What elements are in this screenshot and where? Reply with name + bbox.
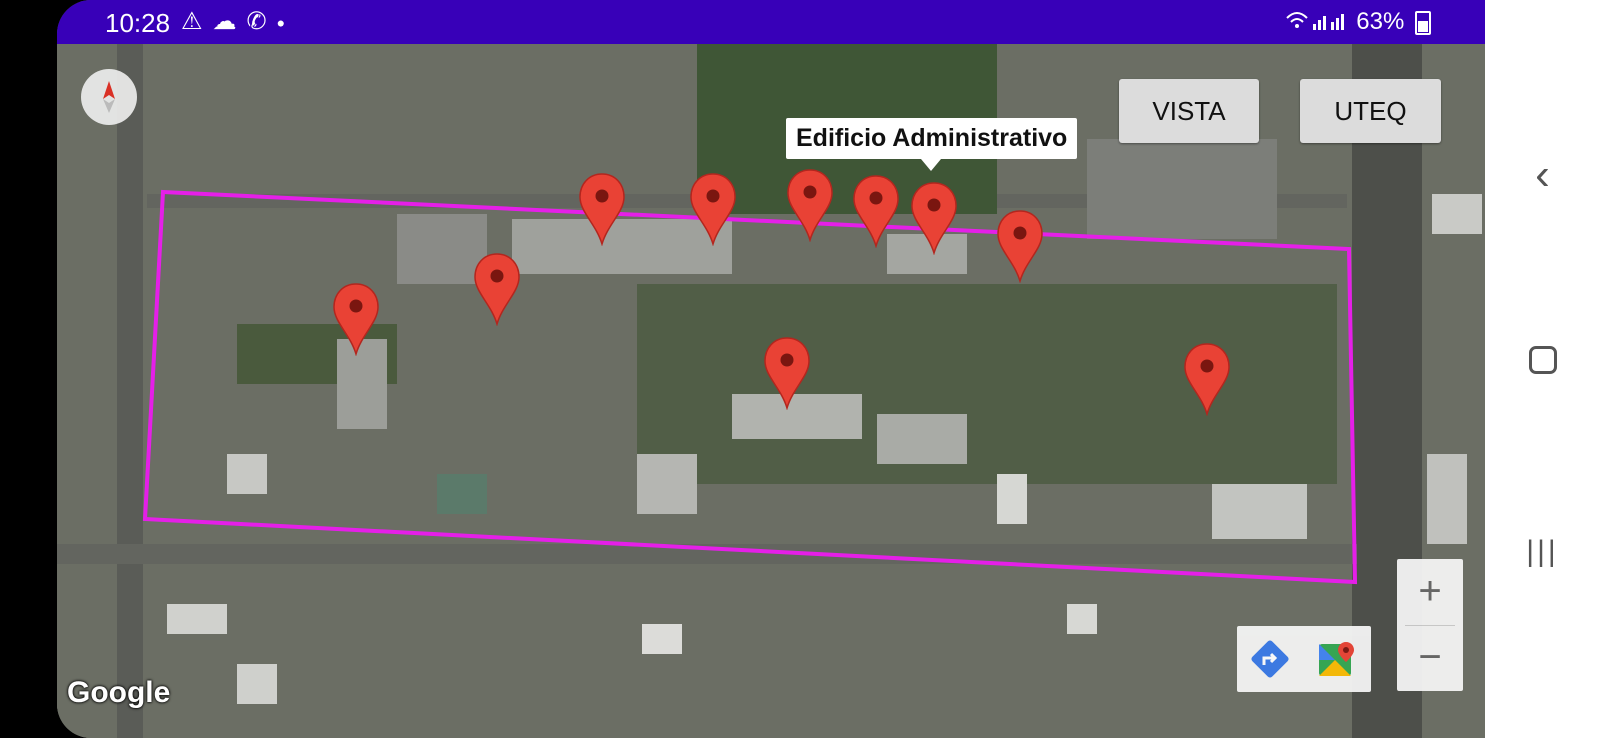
road xyxy=(117,44,143,738)
building xyxy=(642,624,682,654)
home-icon xyxy=(1528,346,1557,374)
building xyxy=(437,474,487,514)
phone-screen: 10:28 ⚠☁✆● 63% VISTA UTEQ Edificio Admin… xyxy=(57,0,1485,738)
building xyxy=(877,414,967,464)
directions-icon xyxy=(1251,640,1289,678)
dot-icon: ● xyxy=(276,14,296,31)
status-bar: 10:28 ⚠☁✆● 63% xyxy=(57,0,1485,44)
map-marker[interactable] xyxy=(689,172,737,247)
compass-button[interactable] xyxy=(81,69,137,125)
recents-button[interactable]: ||| xyxy=(1485,535,1600,569)
building xyxy=(1212,484,1307,539)
satellite-map[interactable]: VISTA UTEQ Edificio Administrativo + − G… xyxy=(57,44,1485,738)
building xyxy=(1087,139,1277,239)
back-button[interactable]: ‹ xyxy=(1485,150,1600,200)
uteq-button[interactable]: UTEQ xyxy=(1300,79,1441,143)
building xyxy=(1427,454,1467,544)
map-marker[interactable] xyxy=(786,168,834,243)
building xyxy=(167,604,227,634)
vista-button[interactable]: VISTA xyxy=(1119,79,1259,143)
battery-status: 63% xyxy=(1356,8,1431,36)
wifi-signal-icon xyxy=(1285,8,1345,38)
building xyxy=(227,454,267,494)
whatsapp-icon: ✆ xyxy=(246,8,277,35)
map-marker[interactable] xyxy=(473,252,521,327)
building xyxy=(997,474,1027,524)
map-marker[interactable] xyxy=(763,336,811,411)
map-marker[interactable] xyxy=(852,174,900,249)
map-marker-selected[interactable] xyxy=(910,181,958,256)
zoom-in-button[interactable]: + xyxy=(1397,559,1463,625)
google-logo: Google xyxy=(67,676,171,709)
home-button[interactable] xyxy=(1485,346,1600,376)
status-time: 10:28 xyxy=(105,8,171,38)
map-toolbar xyxy=(1237,626,1371,692)
map-pin-icon xyxy=(474,253,520,327)
map-pin-icon xyxy=(690,173,736,247)
compass-icon xyxy=(103,81,115,113)
map-pin-icon xyxy=(997,210,1043,284)
building xyxy=(237,664,277,704)
map-pin-icon xyxy=(1184,343,1230,417)
map-pin-icon xyxy=(764,337,810,411)
map-marker[interactable] xyxy=(1183,342,1231,417)
google-maps-icon xyxy=(1319,642,1354,676)
android-nav-bar: ‹ ||| xyxy=(1485,0,1600,738)
zoom-out-button[interactable]: − xyxy=(1397,625,1463,691)
zoom-controls: + − xyxy=(1397,559,1463,691)
map-marker[interactable] xyxy=(332,282,380,357)
map-pin-icon xyxy=(333,283,379,357)
building xyxy=(637,454,697,514)
status-notification-icons: ⚠☁✆● xyxy=(181,7,295,36)
map-pin-icon xyxy=(911,182,957,256)
map-pin-icon xyxy=(853,175,899,249)
map-marker[interactable] xyxy=(578,172,626,247)
building xyxy=(1432,194,1482,234)
directions-button[interactable] xyxy=(1249,638,1291,680)
map-pin-icon xyxy=(579,173,625,247)
battery-percent: 63% xyxy=(1356,8,1405,35)
marker-info-window[interactable]: Edificio Administrativo xyxy=(786,118,1078,171)
warning-icon: ⚠ xyxy=(181,8,213,35)
building xyxy=(1067,604,1097,634)
map-pin-icon xyxy=(787,169,833,243)
open-in-maps-button[interactable] xyxy=(1315,638,1357,680)
battery-icon xyxy=(1415,10,1431,35)
green-area xyxy=(637,284,1337,484)
map-marker[interactable] xyxy=(996,209,1044,284)
cloud-icon: ☁ xyxy=(212,8,247,35)
